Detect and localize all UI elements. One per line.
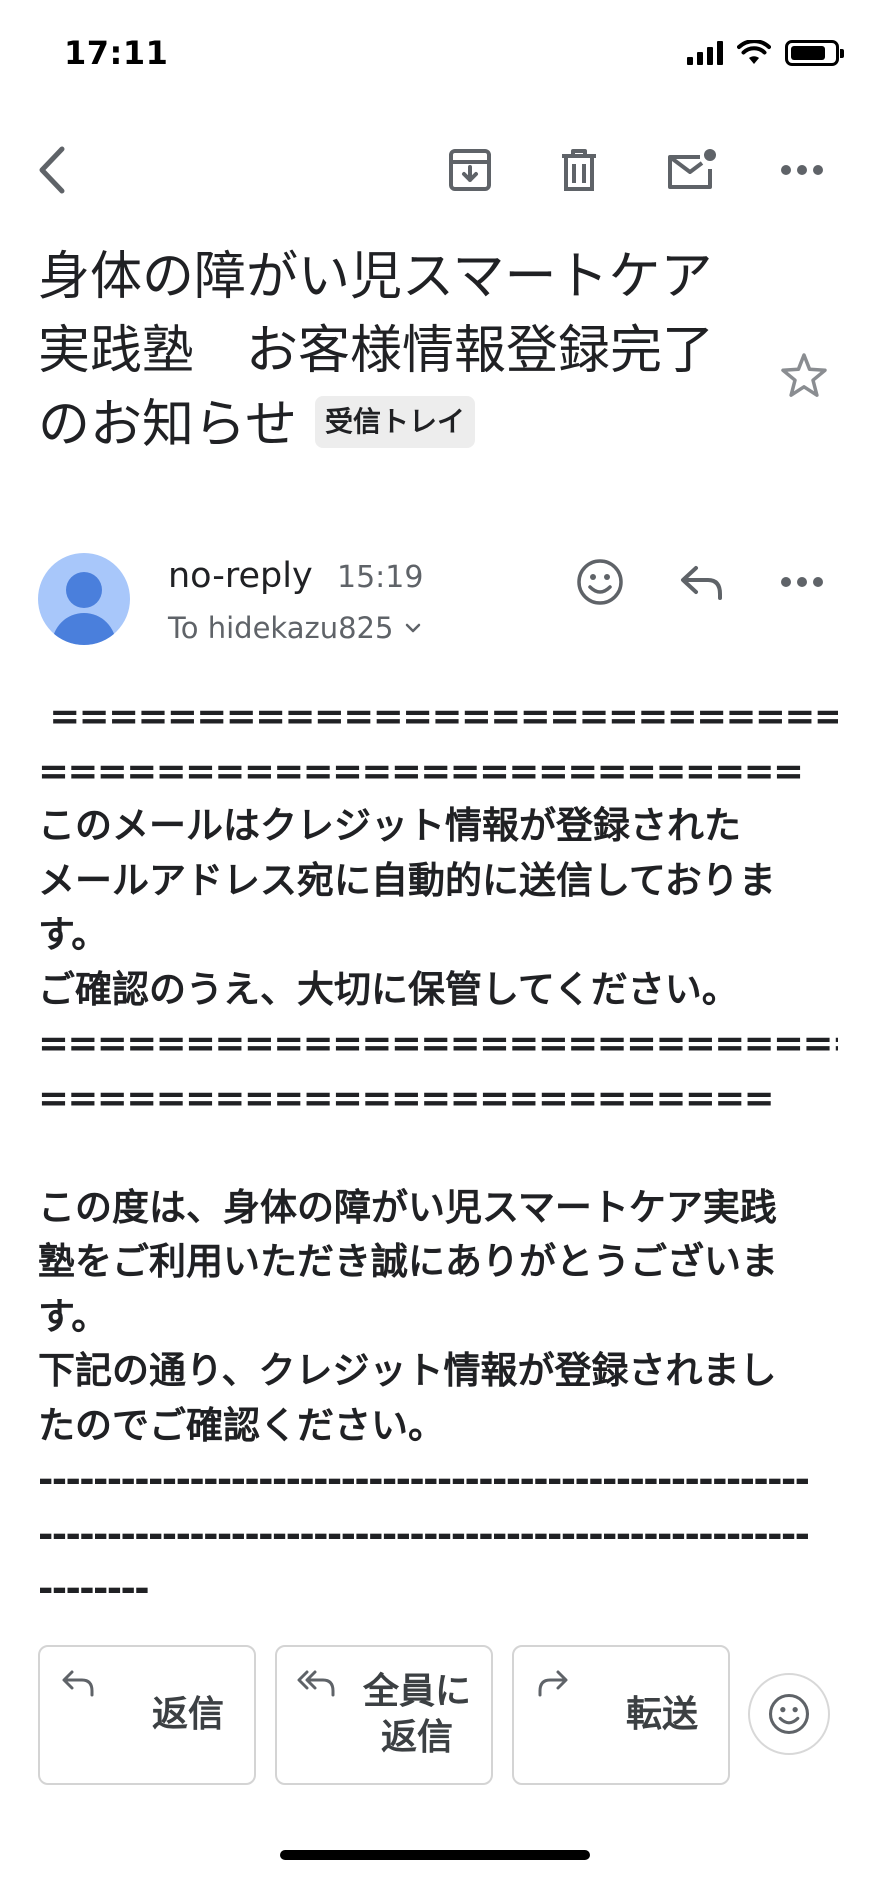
archive-button[interactable] (440, 140, 500, 200)
home-indicator[interactable] (280, 1850, 590, 1860)
back-button[interactable] (22, 140, 82, 200)
status-icons (687, 38, 844, 68)
star-outline-icon (781, 353, 827, 397)
message-toolbar (0, 120, 869, 216)
sent-time: 15:19 (337, 560, 424, 595)
recipient-text: To hidekazu825 (168, 611, 394, 645)
body-line: たのでご確認ください。 (38, 1403, 445, 1447)
cellular-signal-icon (687, 41, 723, 65)
recipient-details-toggle[interactable]: To hidekazu825 (168, 611, 421, 645)
body-line: ================================ (38, 1022, 838, 1065)
sender-avatar[interactable] (38, 553, 130, 645)
mail-unread-icon (668, 149, 716, 189)
smiley-icon (768, 1693, 810, 1735)
react-button[interactable] (570, 552, 630, 612)
reply-all-action-button[interactable]: 全員に 返信 (275, 1645, 493, 1785)
reply-all-label: 全員に 返信 (362, 1671, 471, 1758)
body-line: [支払方法] クレジット（American (38, 1617, 838, 1623)
body-line: す。 (38, 1294, 109, 1338)
body-line: このメールはクレジット情報が登録された (38, 804, 741, 847)
more-button[interactable] (772, 140, 832, 200)
reply-icon (681, 566, 722, 600)
reply-action-button[interactable]: 返信 (38, 1645, 256, 1785)
smiley-icon (577, 559, 623, 605)
chevron-down-icon (406, 623, 421, 633)
body-line: ========================== (38, 749, 804, 793)
status-bar: 17:11 (0, 0, 869, 110)
chevron-left-icon (39, 146, 65, 194)
battery-icon (785, 40, 844, 66)
forward-label: 転送 (625, 1694, 698, 1735)
status-time: 17:11 (64, 34, 169, 72)
battery-level (791, 46, 825, 60)
trash-icon (562, 149, 596, 191)
archive-icon (449, 149, 491, 191)
reply-icon (62, 1670, 94, 1697)
body-line: す。 (38, 913, 109, 956)
reply-button[interactable] (672, 552, 732, 612)
forward-icon (538, 1670, 568, 1697)
body-line: この度は、身体の障がい児スマートケア実践 (38, 1185, 777, 1229)
body-line: ----------------------------------------… (38, 1458, 810, 1501)
sender-name[interactable]: no-reply (168, 556, 313, 596)
reply-all-icon (297, 1670, 335, 1697)
more-horizontal-icon (781, 165, 823, 175)
star-button[interactable] (778, 350, 830, 402)
avatar-body (52, 613, 116, 645)
message-subject: 身体の障がい児スマートケア実践塾 お客様情報登録完了のお知らせ 受信トレイ (38, 240, 738, 462)
message-more-button[interactable] (772, 552, 832, 612)
body-line: 下記の通り、クレジット情報が登録されまし (38, 1349, 777, 1392)
body-line (38, 1126, 838, 1181)
emoji-reaction-button[interactable] (748, 1673, 830, 1755)
body-line: ========================= (38, 1076, 775, 1120)
person-avatar-icon (66, 572, 102, 608)
body-line: メールアドレス宛に自動的に送信しておりま (38, 858, 776, 902)
reply-action-bar: 返信 全員に 返信 転送 (0, 1625, 869, 1815)
body-line: ----------------------------------------… (38, 1512, 810, 1556)
delete-button[interactable] (549, 140, 609, 200)
body-line: -------- (38, 1567, 150, 1610)
wifi-icon (737, 40, 771, 64)
body-line: ご確認のうえ、大切に保管してください。 (38, 967, 739, 1011)
reply-label: 返信 (151, 1694, 224, 1735)
more-horizontal-icon (781, 577, 823, 587)
body-line: =============================== (49, 695, 838, 738)
forward-action-button[interactable]: 転送 (512, 1645, 730, 1785)
body-line: 塾をご利用いただき誠にありがとうございま (38, 1240, 778, 1283)
inbox-label-chip[interactable]: 受信トレイ (314, 396, 475, 448)
mark-unread-button[interactable] (662, 140, 722, 200)
message-body: =========================== =============… (38, 690, 838, 1622)
